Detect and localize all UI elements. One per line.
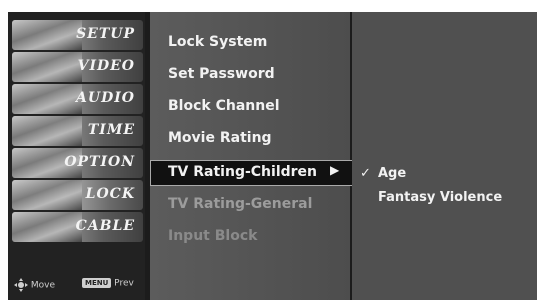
menu-tile-label: OPTION <box>64 154 135 170</box>
lock-options-panel <box>150 12 350 300</box>
submenu-item-age[interactable]: Age <box>378 166 406 181</box>
setup-icon <box>12 20 82 50</box>
menu-tile-label: AUDIO <box>76 90 135 106</box>
menu-item-lock-system[interactable]: Lock System <box>168 34 267 50</box>
menu-tile-setup[interactable]: SETUP <box>12 20 143 50</box>
move-icon <box>14 278 28 292</box>
menu-tile-label: CABLE <box>75 218 135 234</box>
menu-item-block-channel[interactable]: Block Channel <box>168 98 280 114</box>
lock-icon <box>12 180 82 210</box>
menu-item-movie-rating[interactable]: Movie Rating <box>168 130 272 146</box>
menu-tile-lock[interactable]: LOCK <box>12 180 143 210</box>
prev-label: Prev <box>114 278 134 289</box>
move-label: Move <box>30 280 56 291</box>
left-category-panel: SETUP VIDEO AUDIO TIME OPTION LOCK CABLE <box>8 12 145 300</box>
menu-badge-icon: MENU <box>82 278 112 288</box>
tv-lock-menu-screen: SETUP VIDEO AUDIO TIME OPTION LOCK CABLE <box>8 12 537 300</box>
menu-tile-cable[interactable]: CABLE <box>12 212 143 242</box>
audio-icon <box>12 84 82 114</box>
submenu-item-fantasy-violence[interactable]: Fantasy Violence <box>378 190 502 205</box>
arrow-right-icon: ▶ <box>330 163 340 177</box>
checkmark-icon: ✓ <box>360 166 371 181</box>
move-hint: Move <box>14 278 55 292</box>
menu-tile-label: VIDEO <box>77 58 135 74</box>
menu-item-tv-rating-children[interactable]: TV Rating-Children <box>168 164 317 180</box>
time-icon <box>12 116 82 146</box>
cable-icon <box>12 212 82 242</box>
menu-tile-label: LOCK <box>85 186 135 202</box>
menu-tile-label: TIME <box>87 122 135 138</box>
menu-tile-video[interactable]: VIDEO <box>12 52 143 82</box>
menu-item-set-password[interactable]: Set Password <box>168 66 275 82</box>
prev-hint: MENU Prev <box>82 278 134 289</box>
video-icon <box>12 52 82 82</box>
submenu-panel <box>352 12 537 300</box>
menu-item-tv-rating-general[interactable]: TV Rating-General <box>168 196 312 212</box>
menu-tile-option[interactable]: OPTION <box>12 148 143 178</box>
menu-tile-time[interactable]: TIME <box>12 116 143 146</box>
menu-tile-label: SETUP <box>76 26 135 42</box>
menu-tile-audio[interactable]: AUDIO <box>12 84 143 114</box>
menu-item-input-block[interactable]: Input Block <box>168 228 257 244</box>
